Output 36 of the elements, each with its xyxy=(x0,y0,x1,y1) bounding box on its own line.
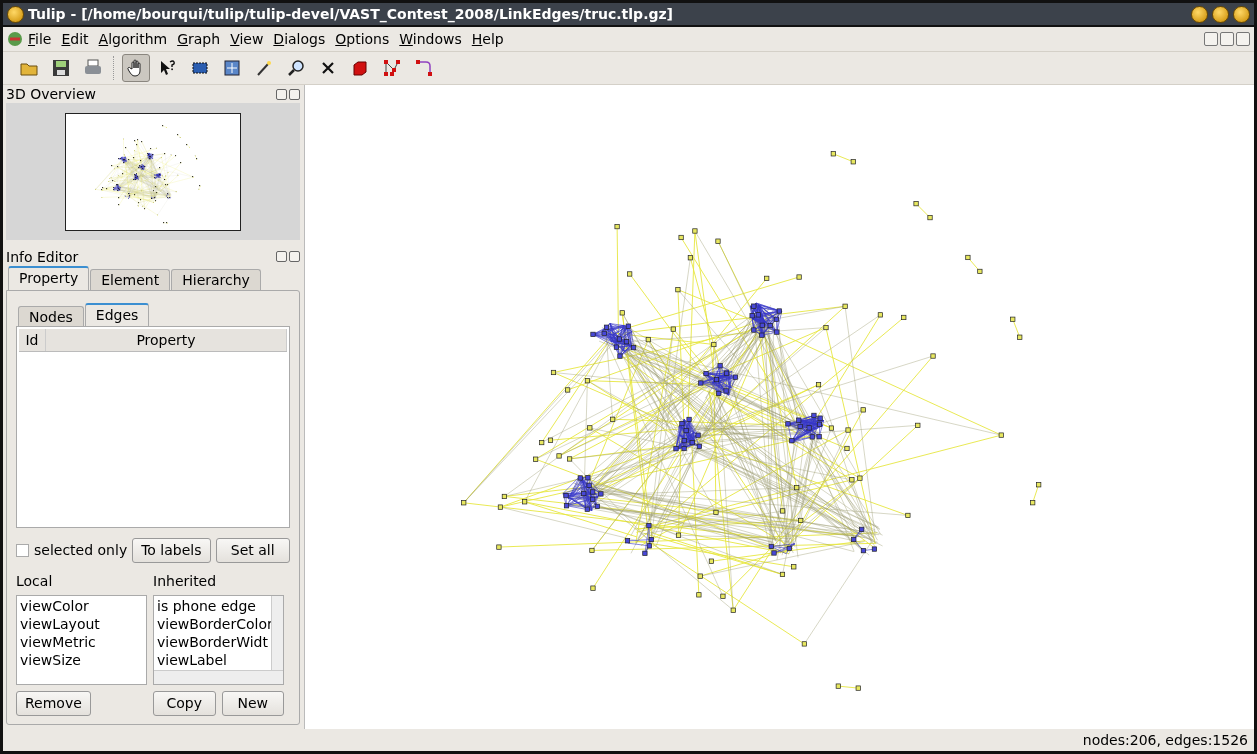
tab[interactable]: Property xyxy=(8,266,90,290)
tab[interactable]: Edges xyxy=(84,303,150,327)
panel-title: Info Editor xyxy=(6,248,79,265)
checkbox-label: selected only xyxy=(34,542,128,559)
list-item[interactable]: viewLayout xyxy=(20,615,143,633)
status-text: nodes:206, edges:1526 xyxy=(1082,732,1248,748)
menu-item[interactable]: Edit xyxy=(56,31,94,47)
button[interactable]: Remove xyxy=(16,691,91,716)
button[interactable]: Copy xyxy=(153,691,216,716)
list-item[interactable]: viewBorderColor xyxy=(157,615,269,633)
menu-item[interactable]: File xyxy=(23,31,57,47)
button[interactable]: To labels xyxy=(132,538,211,563)
panel-title: 3D Overview xyxy=(6,86,97,103)
menu-item[interactable]: Windows xyxy=(394,31,467,47)
menu-item[interactable]: Help xyxy=(466,31,509,47)
window-title: Tulip - [/home/bourqui/tulip/tulip-devel/VAST_Contest_2008/LinkEdges/truc.tlp.gz] xyxy=(28,6,675,22)
tab[interactable]: Hierarchy xyxy=(171,269,261,290)
menu-item[interactable]: Algorithm xyxy=(93,31,173,47)
list-label: Inherited xyxy=(153,573,218,589)
menu-item[interactable]: Options xyxy=(330,31,395,47)
list-item[interactable]: viewSize xyxy=(20,651,143,669)
menu-item[interactable]: Dialogs xyxy=(268,31,331,47)
column-header[interactable]: Id xyxy=(19,329,46,351)
menu-item[interactable]: View xyxy=(225,31,269,47)
list-label: Local xyxy=(16,573,54,589)
button[interactable]: Set all xyxy=(215,538,290,563)
list-item[interactable]: viewMetric xyxy=(20,633,143,651)
list-item[interactable]: viewColor xyxy=(20,597,143,615)
list-item[interactable]: viewLabel xyxy=(157,651,269,669)
menu-item[interactable]: Graph xyxy=(172,31,226,47)
button[interactable]: New xyxy=(221,691,284,716)
list-item[interactable]: viewBorderWidt xyxy=(157,633,269,651)
tab[interactable]: Nodes xyxy=(18,306,84,327)
column-header[interactable]: Property xyxy=(46,329,287,351)
list-item[interactable]: is phone edge xyxy=(157,597,269,615)
tab[interactable]: Element xyxy=(90,269,171,290)
